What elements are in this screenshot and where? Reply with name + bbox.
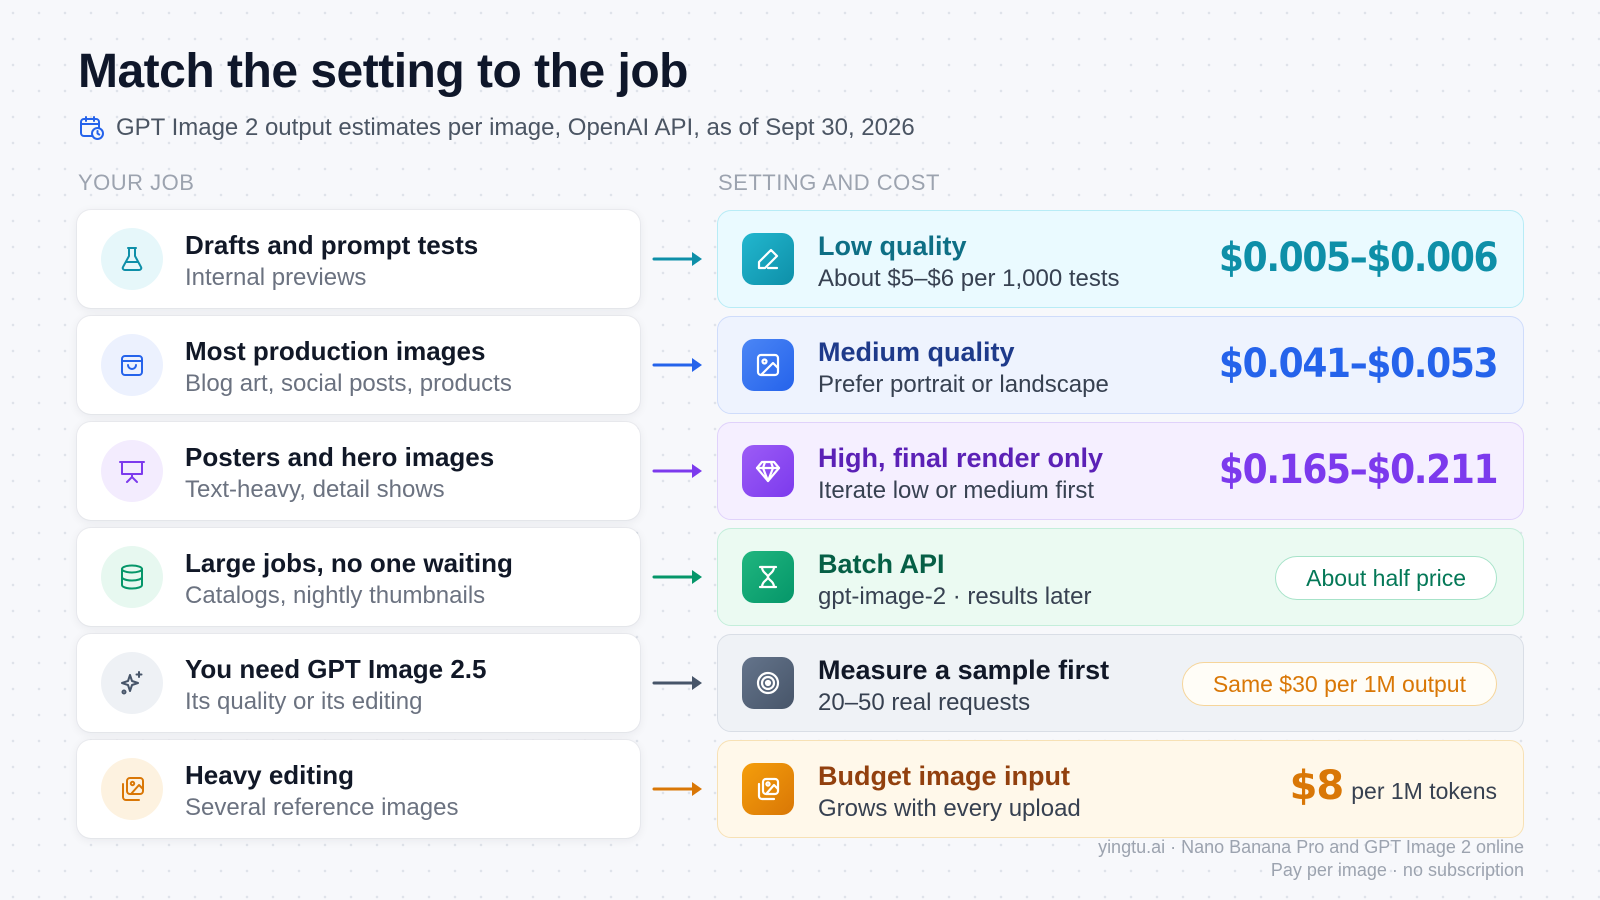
- cost-value: $0.005–$0.006: [1218, 235, 1499, 281]
- sparkles-icon: [101, 652, 163, 714]
- arrow-right-icon: [652, 782, 702, 796]
- row-posters: Posters and hero images Text-heavy, deta…: [0, 422, 1600, 520]
- column-header-setting-and-cost: SETTING AND COST: [718, 170, 940, 195]
- job-card: Most production images Blog art, social …: [77, 316, 640, 414]
- setting-card: Medium quality Prefer portrait or landsc…: [717, 316, 1524, 414]
- cost-unit: per 1M tokens: [1351, 778, 1497, 804]
- job-card: Heavy editing Several reference images: [77, 740, 640, 838]
- cost-value: $8: [1289, 763, 1345, 809]
- page-title: Match the setting to the job: [78, 45, 688, 98]
- cost-value: $0.165–$0.211: [1218, 447, 1499, 493]
- page-subtitle: GPT Image 2 output estimates per image, …: [78, 114, 915, 142]
- arrow-right-icon: [652, 358, 702, 372]
- cost-value: $0.041–$0.053: [1218, 341, 1499, 387]
- image-stack-icon: [742, 763, 794, 815]
- job-title: Most production images: [185, 336, 486, 366]
- hourglass-icon: [742, 551, 794, 603]
- gem-icon: [742, 445, 794, 497]
- shopping-bag-icon: [101, 334, 163, 396]
- setting-title: Batch API: [818, 549, 945, 579]
- setting-subtitle: Prefer portrait or landscape: [818, 371, 1109, 398]
- subtitle-text: GPT Image 2 output estimates per image, …: [116, 114, 915, 141]
- setting-subtitle: gpt-image-2 · results later: [818, 583, 1092, 610]
- row-gpt-image-2-5: You need GPT Image 2.5 Its quality or it…: [0, 634, 1600, 732]
- setting-title: High, final render only: [818, 443, 1104, 473]
- job-title: Drafts and prompt tests: [185, 230, 479, 260]
- setting-subtitle: Iterate low or medium first: [818, 477, 1095, 504]
- job-card: Posters and hero images Text-heavy, deta…: [77, 422, 640, 520]
- row-heavy-editing: Heavy editing Several reference images B…: [0, 740, 1600, 838]
- arrow-right-icon: [652, 252, 702, 266]
- cost-badge: About half price: [1275, 556, 1497, 600]
- job-card: Large jobs, no one waiting Catalogs, nig…: [77, 528, 640, 626]
- row-drafts: Drafts and prompt tests Internal preview…: [0, 210, 1600, 308]
- arrow-right-icon: [652, 464, 702, 478]
- job-subtitle: Blog art, social posts, products: [185, 370, 512, 397]
- job-title: You need GPT Image 2.5: [185, 654, 487, 684]
- pencil-icon: [742, 233, 794, 285]
- job-subtitle: Text-heavy, detail shows: [185, 476, 445, 503]
- row-large-jobs: Large jobs, no one waiting Catalogs, nig…: [0, 528, 1600, 626]
- setting-subtitle: About $5–$6 per 1,000 tests: [818, 265, 1120, 292]
- database-icon: [101, 546, 163, 608]
- job-subtitle: Its quality or its editing: [185, 688, 423, 715]
- image-stack-icon: [101, 758, 163, 820]
- arrow-right-icon: [652, 676, 702, 690]
- footer-line-1: yingtu.ai · Nano Banana Pro and GPT Imag…: [1098, 837, 1524, 857]
- setting-title: Low quality: [818, 231, 967, 261]
- job-subtitle: Several reference images: [185, 794, 459, 821]
- job-subtitle: Catalogs, nightly thumbnails: [185, 582, 486, 609]
- cost-badge: Same $30 per 1M output: [1181, 662, 1497, 706]
- presentation-board-icon: [101, 440, 163, 502]
- setting-card: Batch API gpt-image-2 · results later Ab…: [717, 528, 1524, 626]
- setting-card: Budget image input Grows with every uplo…: [717, 740, 1524, 838]
- arrow-right-icon: [652, 570, 702, 584]
- job-title: Large jobs, no one waiting: [185, 548, 513, 578]
- row-production: Most production images Blog art, social …: [0, 316, 1600, 414]
- setting-title: Measure a sample first: [818, 655, 1110, 685]
- setting-title: Budget image input: [818, 761, 1070, 791]
- flask-icon: [101, 228, 163, 290]
- setting-title: Medium quality: [818, 337, 1015, 367]
- image-icon: [742, 339, 794, 391]
- column-header-your-job: YOUR JOB: [78, 170, 195, 195]
- setting-card: Low quality About $5–$6 per 1,000 tests …: [717, 210, 1524, 308]
- job-title: Heavy editing: [185, 760, 355, 790]
- job-card: You need GPT Image 2.5 Its quality or it…: [77, 634, 640, 732]
- target-icon: [742, 657, 794, 709]
- calendar-clock-icon: [80, 116, 104, 140]
- setting-card: Measure a sample first 20–50 real reques…: [717, 634, 1524, 732]
- job-subtitle: Internal previews: [185, 264, 367, 291]
- footer-line-2: Pay per image · no subscription: [1270, 860, 1524, 880]
- job-card: Drafts and prompt tests Internal preview…: [77, 210, 640, 308]
- setting-subtitle: Grows with every upload: [818, 795, 1081, 822]
- cost-value-group: $8 per 1M tokens: [1290, 763, 1497, 809]
- setting-card: High, final render only Iterate low or m…: [717, 422, 1524, 520]
- setting-subtitle: 20–50 real requests: [818, 689, 1031, 716]
- job-title: Posters and hero images: [185, 442, 495, 472]
- footer: yingtu.ai · Nano Banana Pro and GPT Imag…: [1098, 836, 1524, 882]
